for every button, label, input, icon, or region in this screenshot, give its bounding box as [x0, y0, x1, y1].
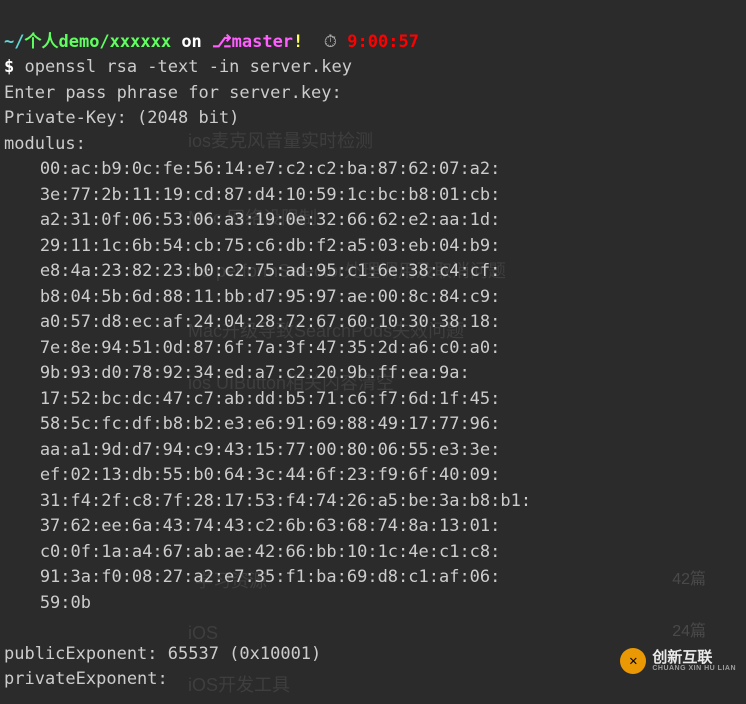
modulus-line: 9b:93:d0:78:92:34:ed:a7:c2:20:9b:ff:ea:9…	[4, 361, 742, 387]
prompt-line: ~/个人demo/xxxxxx on ⎇master! ⏱ 9:00:57	[4, 32, 419, 52]
prompt-time: 9:00:57	[337, 32, 419, 52]
prompt-path-prefix: ~/	[4, 32, 24, 52]
clock-icon: ⏱	[324, 32, 337, 52]
output-private-exponent: privateExponent:	[4, 669, 168, 689]
watermark-main: 创新互联	[652, 650, 736, 665]
terminal-output[interactable]: ~/个人demo/xxxxxx on ⎇master! ⏱ 9:00:57 $ …	[4, 4, 742, 693]
modulus-line: 37:62:ee:6a:43:74:43:c2:6b:63:68:74:8a:1…	[4, 514, 742, 540]
modulus-line: a2:31:0f:06:53:06:a3:19:0e:32:66:62:e2:a…	[4, 208, 742, 234]
command-line: $ openssl rsa -text -in server.key	[4, 57, 352, 77]
modulus-line: 31:f4:2f:c8:7f:28:17:53:f4:74:26:a5:be:3…	[4, 489, 742, 515]
prompt-on: on	[171, 32, 212, 52]
prompt-branch: master	[232, 32, 293, 52]
modulus-line: aa:a1:9d:d7:94:c9:43:15:77:00:80:06:55:e…	[4, 438, 742, 464]
output-modulus-label: modulus:	[4, 134, 86, 154]
output-enter-pass: Enter pass phrase for server.key:	[4, 83, 342, 103]
modulus-line: c0:0f:1a:a4:67:ab:ae:42:66:bb:10:1c:4e:c…	[4, 540, 742, 566]
modulus-line: 7e:8e:94:51:0d:87:6f:7a:3f:47:35:2d:a6:c…	[4, 336, 742, 362]
branch-icon: ⎇	[212, 32, 232, 52]
modulus-line: 58:5c:fc:df:b8:b2:e3:e6:91:69:88:49:17:7…	[4, 412, 742, 438]
modulus-line: 00:ac:b9:0c:fe:56:14:e7:c2:c2:ba:87:62:0…	[4, 157, 742, 183]
output-public-exponent: publicExponent: 65537 (0x10001)	[4, 644, 321, 664]
output-private-key: Private-Key: (2048 bit)	[4, 108, 239, 128]
modulus-line: 59:0b	[4, 591, 742, 617]
prompt-dirty: !	[293, 32, 303, 52]
watermark: ✕ 创新互联 CHUANG XIN HU LIAN	[620, 648, 736, 674]
prompt-symbol: $	[4, 57, 24, 77]
command-text: openssl rsa -text -in server.key	[24, 57, 352, 77]
modulus-line: 17:52:bc:dc:47:c7:ab:dd:b5:71:c6:f7:6d:1…	[4, 387, 742, 413]
modulus-line: ef:02:13:db:55:b0:64:3c:44:6f:23:f9:6f:4…	[4, 463, 742, 489]
modulus-line: 3e:77:2b:11:19:cd:87:d4:10:59:1c:bc:b8:0…	[4, 183, 742, 209]
modulus-line: e8:4a:23:82:23:b0:c2:75:ad:95:c1:6e:38:c…	[4, 259, 742, 285]
prompt-path: 个人demo/xxxxxx	[24, 32, 171, 52]
modulus-line: a0:57:d8:ec:af:24:04:28:72:67:60:10:30:3…	[4, 310, 742, 336]
modulus-line: 29:11:1c:6b:54:cb:75:c6:db:f2:a5:03:eb:0…	[4, 234, 742, 260]
modulus-line: 91:3a:f0:08:27:a2:e7:35:f1:ba:69:d8:c1:a…	[4, 565, 742, 591]
modulus-line: b8:04:5b:6d:88:11:bb:d7:95:97:ae:00:8c:8…	[4, 285, 742, 311]
watermark-sub: CHUANG XIN HU LIAN	[652, 665, 736, 672]
watermark-logo-icon: ✕	[620, 648, 646, 674]
modulus-hex-block: 00:ac:b9:0c:fe:56:14:e7:c2:c2:ba:87:62:0…	[4, 157, 742, 616]
